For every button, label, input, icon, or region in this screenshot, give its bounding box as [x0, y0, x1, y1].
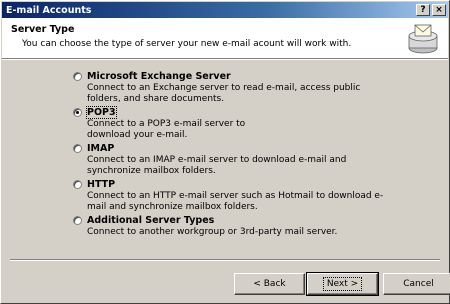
- help-button[interactable]: ?: [416, 4, 430, 16]
- title-bar[interactable]: E-mail Accounts ? ×: [2, 2, 448, 18]
- imap-label[interactable]: IMAP: [87, 143, 114, 154]
- header-separator: [2, 58, 448, 60]
- http-description: Connect to an HTTP e-mail server such as…: [87, 191, 384, 212]
- mail-server-icon: [408, 24, 438, 54]
- pop3-radio[interactable]: [73, 108, 82, 117]
- http-radio[interactable]: [73, 180, 82, 189]
- additional-label[interactable]: Additional Server Types: [87, 215, 214, 226]
- exchange-radio[interactable]: [73, 72, 82, 81]
- next-button[interactable]: Next >: [306, 272, 379, 296]
- footer-separator: [10, 259, 440, 261]
- next-button-label: Next >: [322, 277, 363, 291]
- window-title: E-mail Accounts: [6, 4, 92, 16]
- exchange-description: Connect to an Exchange server to read e-…: [87, 83, 361, 104]
- cancel-button-label: Cancel: [403, 279, 434, 289]
- close-button[interactable]: ×: [432, 4, 446, 16]
- imap-radio[interactable]: [73, 144, 82, 153]
- additional-description: Connect to another workgroup or 3rd-part…: [87, 227, 338, 237]
- pop3-description: Connect to a POP3 e-mail server to downl…: [87, 119, 246, 140]
- page-title: Server Type: [11, 24, 75, 35]
- back-button[interactable]: < Back: [234, 273, 305, 295]
- email-accounts-dialog: E-mail Accounts ? × Server Type You can …: [0, 0, 450, 304]
- cancel-button[interactable]: Cancel: [383, 273, 450, 295]
- back-button-label: < Back: [253, 279, 286, 289]
- exchange-label[interactable]: Microsoft Exchange Server: [87, 71, 231, 82]
- imap-description: Connect to an IMAP e-mail server to down…: [87, 155, 347, 176]
- page-description: You can choose the type of server your n…: [22, 39, 352, 49]
- pop3-label[interactable]: POP3: [86, 106, 117, 119]
- http-label[interactable]: HTTP: [87, 179, 115, 190]
- wizard-header: Server Type You can choose the type of s…: [2, 18, 448, 58]
- additional-radio[interactable]: [73, 216, 82, 225]
